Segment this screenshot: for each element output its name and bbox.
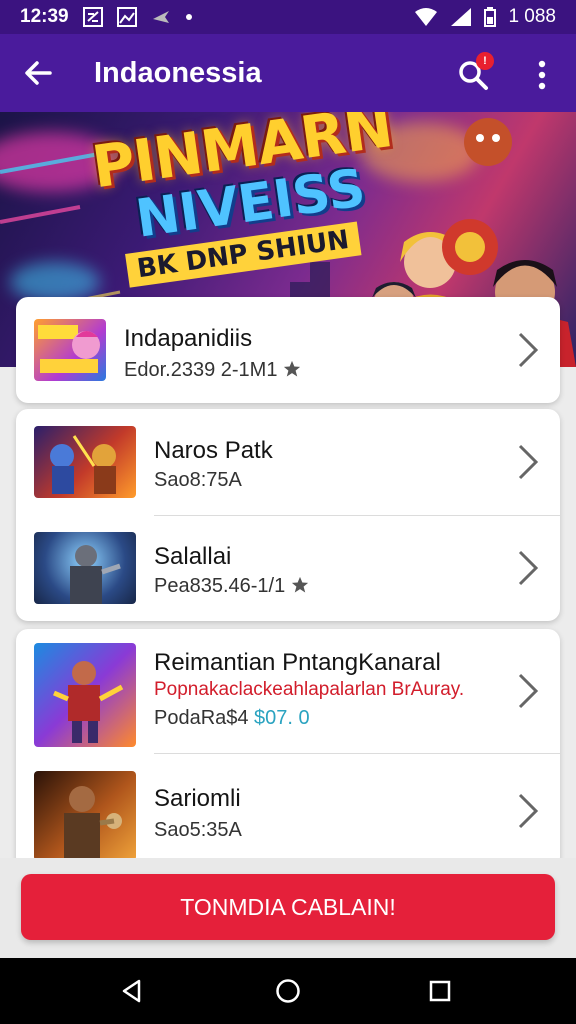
game-title: Indapanidiis: [124, 325, 253, 352]
game-price: $07. 0: [254, 707, 310, 729]
game-title: Sariomli: [154, 785, 241, 812]
game-card: Reimantian PntangKanaral Popnakaclackeah…: [16, 629, 560, 869]
back-arrow-icon: [25, 61, 52, 85]
game-card: Indapanidiis Edor.2339 2-1M1: [16, 297, 560, 403]
status-time: 12:39: [20, 6, 69, 27]
game-thumbnail: [34, 771, 136, 861]
cta-container: TONMDIA CABLAIN!: [0, 858, 576, 958]
list-item[interactable]: Reimantian PntangKanaral Popnakaclackeah…: [16, 629, 560, 753]
game-meta: Edor.2339 2-1M1: [124, 359, 301, 382]
more-vert-icon: [538, 60, 546, 90]
game-meta: Sao8:75A: [154, 469, 242, 491]
nav-back-button[interactable]: [112, 971, 152, 1011]
back-triangle-icon: [122, 979, 141, 1003]
more-options-button[interactable]: [522, 52, 562, 98]
star-icon: [291, 576, 308, 593]
airplane-icon: [151, 7, 171, 27]
wifi-icon: [414, 7, 438, 27]
battery-icon: [484, 7, 497, 27]
nav-home-button[interactable]: [268, 971, 308, 1011]
home-circle-icon: [276, 979, 300, 1003]
game-title: Salallai: [154, 543, 232, 570]
game-meta: PodaRa$4: [154, 707, 249, 729]
chevron-right-icon: [518, 332, 539, 368]
game-tagline: Popnakaclackeahlapalarlan BrAuray.: [154, 679, 465, 700]
chevron-right-icon: [518, 793, 539, 829]
chevron-right-icon: [518, 550, 539, 586]
search-button[interactable]: !: [450, 52, 496, 98]
image-notification-icon: [116, 7, 137, 27]
game-meta-text: Pea835.46-1/1: [154, 575, 286, 597]
signal-icon: [450, 7, 472, 27]
list-item[interactable]: Sariomli Sao5:35A: [16, 753, 560, 869]
dot-icon: [185, 13, 193, 21]
game-meta: Pea835.46-1/1: [154, 575, 309, 598]
list-item[interactable]: Indapanidiis Edor.2339 2-1M1: [16, 297, 560, 403]
game-thumbnail: [34, 319, 106, 381]
game-meta-text: Edor.2339 2-1M1: [124, 359, 278, 381]
app-bar: Indaonessia !: [0, 34, 576, 112]
list-item[interactable]: Salallai Pea835.46-1/1: [16, 515, 560, 621]
chevron-right-icon: [518, 673, 539, 709]
battery-level: 1 088: [508, 6, 556, 27]
game-meta: Sao5:35A: [154, 819, 242, 841]
recents-square-icon: [429, 980, 451, 1002]
star-icon: [283, 360, 301, 377]
notification-box-icon: [82, 7, 103, 27]
game-thumbnail: [34, 426, 136, 498]
game-title: Reimantian PntangKanaral: [154, 649, 441, 676]
game-thumbnail: [34, 532, 136, 604]
chevron-right-icon: [518, 444, 539, 480]
status-bar: 12:39 1 088: [0, 0, 576, 34]
game-thumbnail: [34, 643, 136, 747]
notification-badge: !: [476, 52, 494, 70]
back-button[interactable]: [0, 34, 76, 112]
primary-cta-button[interactable]: TONMDIA CABLAIN!: [21, 874, 555, 940]
page-title: Indaonessia: [94, 56, 262, 89]
system-nav-bar: [0, 958, 576, 1024]
nav-recents-button[interactable]: [420, 971, 460, 1011]
list-item[interactable]: Naros Patk Sao8:75A: [16, 409, 560, 515]
game-card: Naros Patk Sao8:75A Salallai Pea835.46-1…: [16, 409, 560, 621]
game-title: Naros Patk: [154, 437, 273, 464]
